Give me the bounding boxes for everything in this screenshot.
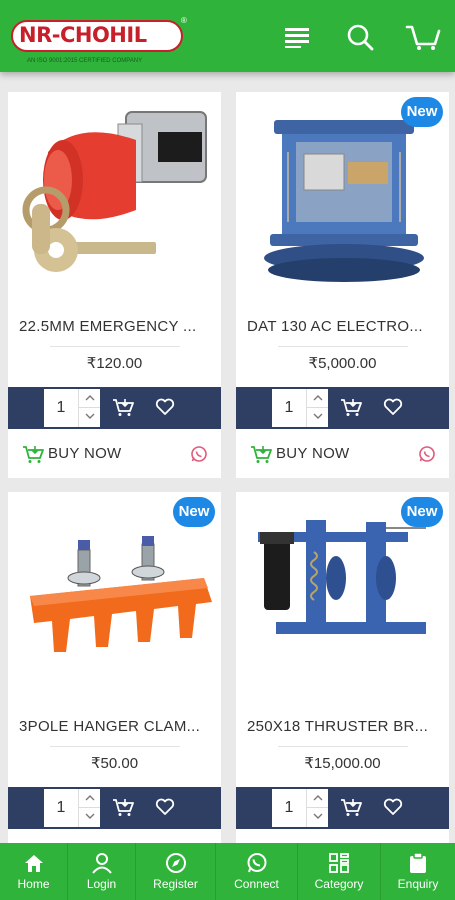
chevron-up-icon <box>313 795 322 801</box>
product-card[interactable]: 22.5MM EMERGENCY ... ₹120.00 1 BUY NOW <box>8 92 221 478</box>
product-image-thruster-brake[interactable]: New <box>236 492 449 704</box>
new-badge: New <box>173 497 215 527</box>
nav-enquiry[interactable]: Enquiry <box>381 843 455 900</box>
quantity-decrease-button[interactable] <box>78 808 100 827</box>
home-icon <box>23 851 45 875</box>
bottom-navigation: Home Login Register Connect Category Enq… <box>0 843 455 900</box>
nav-label: Register <box>153 877 198 891</box>
quantity-input[interactable]: 1 <box>272 389 306 427</box>
add-to-cart-icon[interactable] <box>340 797 362 822</box>
whatsapp-icon[interactable] <box>418 445 436 468</box>
wishlist-heart-icon[interactable] <box>383 798 403 821</box>
new-badge: New <box>401 97 443 127</box>
chevron-down-icon <box>85 413 94 419</box>
product-card[interactable]: New DAT 130 AC ELECTRO... ₹5,000.00 1 BU… <box>236 92 449 478</box>
product-name[interactable]: 250X18 THRUSTER BR... <box>247 718 442 735</box>
app-header: NR-CHOHIL ® AN ISO 9001:2015 CERTIFIED C… <box>0 0 455 72</box>
quantity-input[interactable]: 1 <box>44 389 78 427</box>
chevron-down-icon <box>85 813 94 819</box>
divider <box>278 746 408 747</box>
whatsapp-icon[interactable] <box>190 445 208 468</box>
divider <box>278 346 408 347</box>
nav-label: Home <box>17 877 50 891</box>
brand-logo[interactable]: NR-CHOHIL ® AN ISO 9001:2015 CERTIFIED C… <box>11 16 187 64</box>
nav-label: Enquiry <box>397 877 439 891</box>
product-price: ₹120.00 <box>86 355 143 372</box>
menu-icon[interactable] <box>282 22 314 52</box>
quantity-bar: 1 <box>236 787 449 829</box>
compass-icon <box>165 851 187 875</box>
quantity-decrease-button[interactable] <box>306 808 328 827</box>
cart-icon[interactable] <box>405 22 441 52</box>
buy-now-button[interactable]: BUY NOW <box>276 445 350 462</box>
nav-login[interactable]: Login <box>68 843 136 900</box>
quantity-bar: 1 <box>236 387 449 429</box>
buy-now-row: BUY NOW <box>8 434 221 474</box>
quantity-increase-button[interactable] <box>78 789 100 808</box>
search-icon[interactable] <box>345 22 377 52</box>
logo-tagline: AN ISO 9001:2015 CERTIFIED COMPANY <box>27 58 143 64</box>
quantity-decrease-button[interactable] <box>78 408 100 427</box>
quantity-input[interactable]: 1 <box>44 789 78 827</box>
quantity-bar: 1 <box>8 387 221 429</box>
product-name[interactable]: DAT 130 AC ELECTRO... <box>247 318 442 335</box>
chevron-up-icon <box>313 395 322 401</box>
category-grid-icon <box>328 851 350 875</box>
clipboard-icon <box>408 851 428 875</box>
chevron-down-icon <box>313 813 322 819</box>
logo-registered-mark: ® <box>181 16 187 25</box>
nav-connect[interactable]: Connect <box>216 843 298 900</box>
nav-label: Category <box>314 877 364 891</box>
product-card[interactable]: New 250X18 THRUSTER BR... ₹15,000.00 1 <box>236 492 449 878</box>
buy-cart-icon[interactable] <box>22 444 44 469</box>
product-price: ₹15,000.00 <box>304 755 381 772</box>
user-icon <box>91 851 113 875</box>
nav-home[interactable]: Home <box>0 843 68 900</box>
product-price: ₹5,000.00 <box>308 355 377 372</box>
buy-cart-icon[interactable] <box>250 444 272 469</box>
quantity-bar: 1 <box>8 787 221 829</box>
product-image-hanger-clamp[interactable]: New <box>8 492 221 704</box>
chevron-up-icon <box>85 395 94 401</box>
new-badge: New <box>401 497 443 527</box>
product-image-emergency-button[interactable] <box>8 92 221 304</box>
add-to-cart-icon[interactable] <box>112 797 134 822</box>
nav-label: Login <box>86 877 117 891</box>
product-name[interactable]: 22.5MM EMERGENCY ... <box>19 318 214 335</box>
quantity-increase-button[interactable] <box>306 389 328 408</box>
product-image-electromagnetic-brake[interactable]: New <box>236 92 449 304</box>
logo-text: NR-CHOHIL <box>19 23 147 47</box>
product-price: ₹50.00 <box>90 755 139 772</box>
buy-now-button[interactable]: BUY NOW <box>48 445 122 462</box>
divider <box>50 746 180 747</box>
product-name[interactable]: 3POLE HANGER CLAM... <box>19 718 214 735</box>
nav-register[interactable]: Register <box>136 843 216 900</box>
quantity-increase-button[interactable] <box>306 789 328 808</box>
quantity-input[interactable]: 1 <box>272 789 306 827</box>
wishlist-heart-icon[interactable] <box>383 398 403 421</box>
whatsapp-icon <box>246 851 268 875</box>
chevron-down-icon <box>313 413 322 419</box>
quantity-decrease-button[interactable] <box>306 408 328 427</box>
nav-category[interactable]: Category <box>298 843 381 900</box>
wishlist-heart-icon[interactable] <box>155 798 175 821</box>
wishlist-heart-icon[interactable] <box>155 398 175 421</box>
nav-label: Connect <box>234 877 279 891</box>
add-to-cart-icon[interactable] <box>340 397 362 422</box>
add-to-cart-icon[interactable] <box>112 397 134 422</box>
buy-now-row: BUY NOW <box>236 434 449 474</box>
chevron-up-icon <box>85 795 94 801</box>
quantity-increase-button[interactable] <box>78 389 100 408</box>
divider <box>50 346 180 347</box>
product-card[interactable]: New 3POLE HANGER CLAM... ₹50.00 1 <box>8 492 221 878</box>
